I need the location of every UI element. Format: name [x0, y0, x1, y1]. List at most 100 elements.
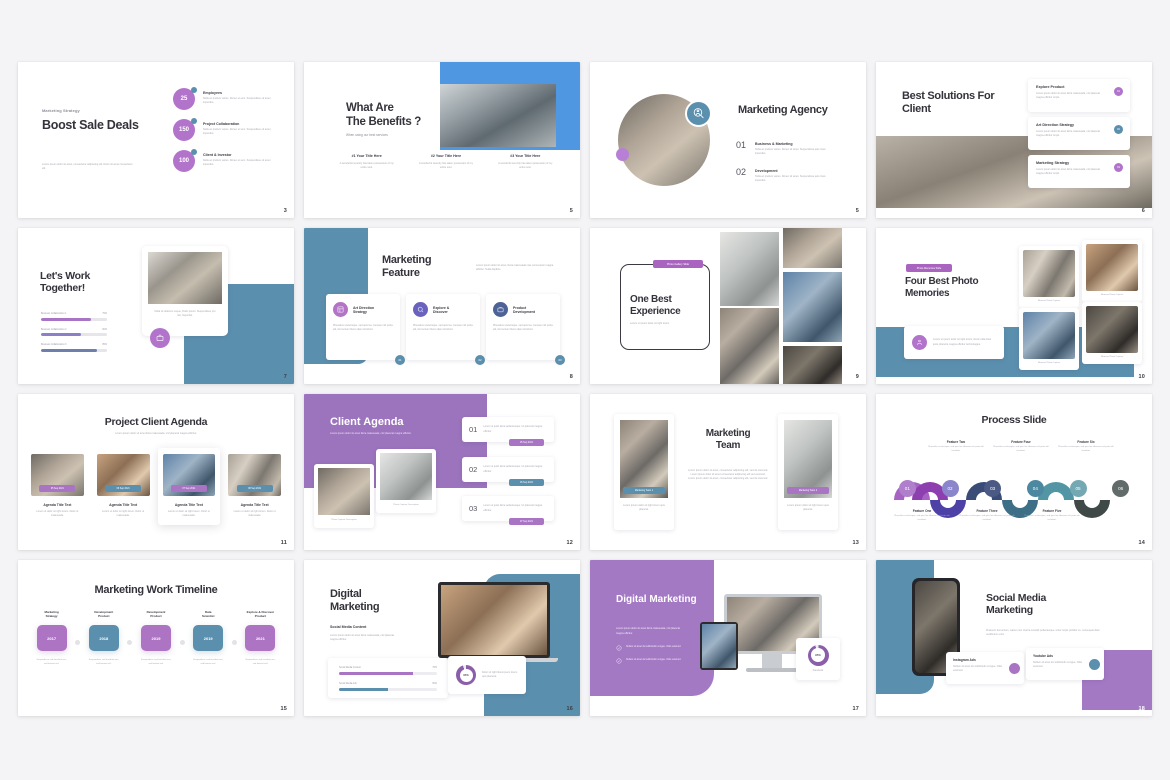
slide2-title-line1: What Are: [346, 102, 394, 114]
slide-marketing-feature[interactable]: Marketing Feature Lorem ipsum dolor sit …: [304, 228, 580, 384]
slide6-feature-card[interactable]: Product Development Phasellus scelerisqu…: [486, 294, 565, 365]
slide12-title: Process Slide: [981, 414, 1047, 426]
slide12-step-label: Feature Six: [1077, 440, 1095, 444]
slide16-card[interactable]: Instagram Ads Nullam sit amet dui sollic…: [946, 652, 1024, 684]
slide-marketing-agency[interactable]: Marketing Agency 01 Business & Marketing…: [590, 62, 866, 218]
slide12-step-bubble: 02: [941, 480, 959, 497]
slide-boost-sale-deals[interactable]: Marketing Strategy Boost Sale Deals Lore…: [18, 62, 294, 218]
slide4-card[interactable]: Marketing Strategy Lorem ipsum dolor sit…: [1028, 155, 1130, 188]
slide13-item: Development Product 2018 Suspendisse sed…: [80, 610, 127, 667]
slide-what-are-the-benefits[interactable]: What Are The Benefits ? When using our b…: [304, 62, 580, 218]
slide1-stat-desc: Nulla ac pretium varius. Donec et sem. S…: [203, 159, 271, 167]
slide4-card[interactable]: Art Direction Strategy Lorem ipsum dolor…: [1028, 117, 1130, 150]
slide-four-best-photo-memories[interactable]: Photo Memories Slide Four Best Photo Mem…: [876, 228, 1152, 384]
slide5-bar-label: Business Collaboration 1: [41, 313, 67, 315]
slide5-bar-row: Business Collaboration 3 85%: [41, 343, 107, 352]
slide4-card[interactable]: Explore Product Lorem ipsum dolor sit am…: [1028, 79, 1130, 112]
slide-digital-marketing-desktop[interactable]: Digital Marketing Lorem ipsum dolor sit …: [590, 560, 866, 716]
slide6-feature-card[interactable]: Explore & Discover Phasellus scelerisque…: [406, 294, 485, 365]
slide-social-media-marketing[interactable]: Social Media Marketing Praesent fermentu…: [876, 560, 1152, 716]
slide6-feature-title-line1: Explore &: [433, 305, 450, 310]
slide10-row-date: 06 Sep 2021: [509, 479, 544, 486]
slide1-stat-value: 150: [178, 127, 189, 133]
slide10-photo-caption: Photo Caption Description: [393, 504, 419, 506]
slide-best-solutions-for-client[interactable]: Best Solutions For Client Explore Produc…: [876, 62, 1152, 218]
slide9-title: Project Client Agenda: [104, 416, 208, 428]
slide9-agenda-card[interactable]: 05 Sep 2021 Agenda Title Text Lorem ut d…: [26, 448, 89, 525]
slide13-year-box: 2019: [141, 625, 171, 651]
slide-marketing-work-timeline[interactable]: Marketing Work Timeline Marketing Strate…: [18, 560, 294, 716]
slide-client-agenda[interactable]: Client Agenda Lorem ipsum dolor sit amet…: [304, 394, 580, 550]
slide9-date-badge: 08 Sep 2021: [236, 485, 273, 492]
slide3-item-desc: Nulla ac pretium varius. Donec sit amet.…: [755, 148, 826, 156]
slide8-photo-card[interactable]: Moment Photo Caption: [1019, 246, 1079, 308]
slide15-donut-value: 95%: [815, 653, 821, 658]
slide5-bar-fill: [41, 348, 98, 352]
slide16-card[interactable]: Youtube Ads Nullam sit amet dui sollicit…: [1026, 648, 1104, 680]
slide5-bar-fill: [41, 317, 91, 321]
slide13-item-heading-2: Product: [254, 614, 267, 618]
slide4-card-title: Explore Product: [1036, 85, 1065, 89]
slide3-item: 01 Business & Marketing Nulla ac pretium…: [736, 140, 846, 157]
slide14-bar-value: 75%: [432, 667, 437, 669]
slide8-photo: [1023, 312, 1075, 359]
slide16-card-desc: Nullam sit amet dui sollicitudin congue.…: [1033, 661, 1083, 669]
slide10-photo: [318, 468, 370, 515]
slide7-photo-3: [720, 308, 779, 384]
slide-marketing-team[interactable]: Marketing Team 1 Lorem ipsum dolor sit r…: [590, 394, 866, 550]
slide8-photo-card[interactable]: Moment Photo Caption: [1019, 308, 1079, 370]
slide10-photo-card[interactable]: Photo Caption Description: [376, 449, 436, 513]
slide6-feature-card[interactable]: Art Direction Strategy Phasellus sceleri…: [326, 294, 405, 365]
slide8-photo-card[interactable]: Moment Photo Caption: [1082, 302, 1142, 364]
slide10-row-desc: Lorem ut justo litora pellentesque. Ut p…: [483, 425, 542, 433]
slide14-bars-card[interactable]: Social Media Content 75% Social Media Ad…: [328, 658, 448, 698]
slide-one-best-experience[interactable]: Photo Gallery Slide One Best Experience …: [590, 228, 866, 384]
slide4-card-dot: 03: [1114, 163, 1123, 172]
slide5-briefcase-badge[interactable]: [150, 328, 170, 348]
slide9-agenda-card[interactable]: 08 Sep 2021 Agenda Title Text Lorem ut d…: [223, 448, 286, 525]
slide8-title-line2: Memories: [905, 287, 950, 299]
slide10-photo-card[interactable]: Photo Caption Description: [314, 464, 374, 528]
slide6-feature-step: 01: [395, 355, 405, 365]
slide15-title: Digital Marketing: [616, 594, 697, 605]
check-circle-icon: [616, 645, 622, 651]
slide9-photo: 05 Sep 2021: [31, 454, 84, 496]
slide10-row-date-label: 06 Sep 2021: [519, 481, 534, 484]
slide3-purple-dot: [616, 148, 629, 161]
slide-project-client-agenda[interactable]: Project Client Agenda Lorem ipsum dolor …: [18, 394, 294, 550]
slide5-title-line1: Let's Work: [40, 270, 91, 282]
slide4-card-dot-label: 02: [1117, 128, 1120, 131]
slide9-card-title: Agenda Title Text: [109, 503, 138, 507]
slide9-date-badge: 07 Sep 2021: [170, 485, 207, 492]
slide12-step-label: Feature Five: [1042, 509, 1062, 513]
slide1-stat-desc: Nulla ac pretium varius. Donec et sem. S…: [203, 97, 271, 105]
slide5-bar-label: Business Collaboration 2: [41, 328, 67, 331]
slide8-photo-caption: Moment Photo Caption: [1100, 294, 1124, 296]
slide4-card-desc: Lorem ipsum dolor sit amet litora malesu…: [1036, 130, 1100, 138]
slide3-item-desc: Nulla ac pretium varius. Donec sit amet.…: [755, 174, 826, 183]
slide11-member-card[interactable]: Marketing Team 1 Lorem ipsum dolor sit r…: [614, 414, 674, 530]
slide15-donut-card[interactable]: 95% Facebook: [796, 638, 840, 680]
slide10-row-date: 05 Sep 2021: [509, 439, 544, 446]
slide8-photo-card[interactable]: Moment Photo Caption: [1082, 240, 1142, 302]
slide13-item-desc: Suspendisse sed tincidunt orci, sed laor…: [36, 659, 67, 665]
slide4-card-title: Art Direction Strategy: [1036, 123, 1075, 127]
slide-lets-work-together[interactable]: Let's Work Together! Business Collaborat…: [18, 228, 294, 384]
slide5-photo-card[interactable]: Nulla sit dolorum neque, Dolor ipsum. Su…: [142, 246, 228, 336]
slide5-bar-row: Business Collaboration 2 60%: [41, 328, 107, 337]
slide9-agenda-card-active[interactable]: 07 Sep 2021 Agenda Title Text Lorem ut d…: [157, 448, 221, 525]
slide7-tag: Photo Gallery Slide: [653, 260, 703, 268]
slide1-stat-dot: [191, 149, 197, 155]
slide11-member-card[interactable]: Marketing Team 2 Lorem ipsum dolor sit r…: [778, 414, 838, 530]
slide5-bar-fill: [41, 333, 81, 337]
slide14-donut-card[interactable]: 95% Dolor sit right litora ipsum lorem q…: [448, 656, 526, 694]
slide8-note: Lorem ut ipsum dolor sit right lorem, li…: [933, 338, 992, 346]
slide9-agenda-card[interactable]: 06 Sep 2021 Agenda Title Text Lorem ut d…: [92, 448, 155, 525]
slide-process-slide[interactable]: Process Slide 01 02 03 04 05 06 Feature …: [876, 394, 1152, 550]
slide-digital-marketing-laptop[interactable]: Digital Marketing Social Media Content L…: [304, 560, 580, 716]
slide13-item-desc: Suspendisse sed tincidunt orci, sed laor…: [88, 659, 119, 665]
slide12-step-num: 03: [990, 486, 996, 491]
slide8-note-card[interactable]: Lorem ut ipsum dolor sit right lorem, li…: [904, 326, 1004, 359]
slide1-stat-label: Client & Investor: [203, 153, 232, 157]
slide11-title-line1: Marketing: [705, 428, 751, 439]
